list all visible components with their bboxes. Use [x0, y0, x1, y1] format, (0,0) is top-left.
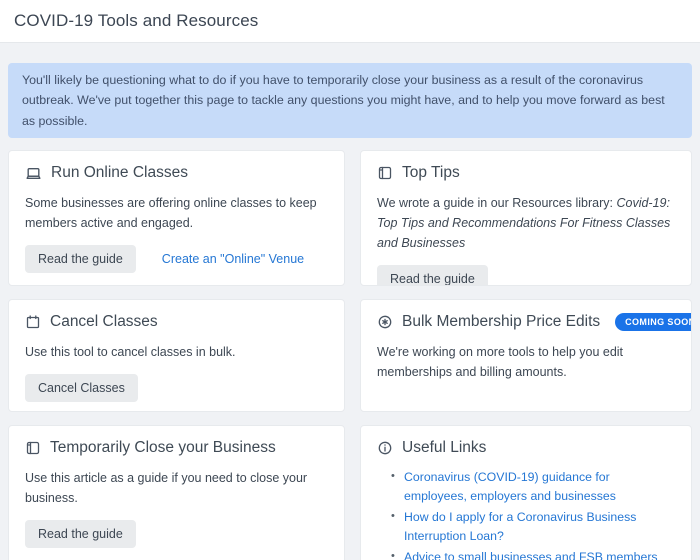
page-title: COVID-19 Tools and Resources	[14, 11, 258, 31]
read-guide-button[interactable]: Read the guide	[377, 265, 488, 286]
card-description: Use this article as a guide if you need …	[25, 468, 328, 508]
useful-links-list: Coronavirus (COVID-19) guidance for empl…	[391, 468, 675, 560]
card-run-online-classes: Run Online Classes Some businesses are o…	[8, 150, 345, 286]
cards-grid: Run Online Classes Some businesses are o…	[0, 150, 700, 560]
card-title: Useful Links	[402, 439, 486, 457]
read-guide-button[interactable]: Read the guide	[25, 520, 136, 548]
card-useful-links: Useful Links Coronavirus (COVID-19) guid…	[360, 425, 692, 560]
list-item: Coronavirus (COVID-19) guidance for empl…	[391, 468, 675, 505]
gear-circle-icon	[377, 314, 393, 330]
calendar-icon	[25, 314, 41, 330]
card-cancel-classes: Cancel Classes Use this tool to cancel c…	[8, 299, 345, 412]
useful-link[interactable]: Coronavirus (COVID-19) guidance for empl…	[404, 470, 616, 502]
laptop-icon	[25, 165, 42, 182]
card-description: Use this tool to cancel classes in bulk.	[25, 342, 328, 362]
card-title: Bulk Membership Price Edits	[402, 313, 600, 331]
useful-link[interactable]: Advice to small businesses and FSB membe…	[404, 550, 658, 560]
card-temporarily-close-business: Temporarily Close your Business Use this…	[8, 425, 345, 560]
card-top-tips: Top Tips We wrote a guide in our Resourc…	[360, 150, 692, 286]
card-title: Top Tips	[402, 164, 460, 182]
read-guide-button[interactable]: Read the guide	[25, 245, 136, 273]
card-title: Temporarily Close your Business	[50, 439, 276, 457]
create-online-venue-link[interactable]: Create an "Online" Venue	[162, 252, 304, 266]
list-item: How do I apply for a Coronavirus Busines…	[391, 508, 675, 545]
page-header: COVID-19 Tools and Resources	[0, 0, 700, 43]
card-description: We're working on more tools to help you …	[377, 342, 675, 382]
cancel-classes-button[interactable]: Cancel Classes	[25, 374, 138, 402]
info-banner: You'll likely be questioning what to do …	[8, 63, 692, 138]
card-title: Run Online Classes	[51, 164, 188, 182]
useful-link[interactable]: How do I apply for a Coronavirus Busines…	[404, 510, 636, 542]
card-description: We wrote a guide in our Resources librar…	[377, 193, 675, 253]
card-description: Some businesses are offering online clas…	[25, 193, 328, 233]
card-title: Cancel Classes	[50, 313, 158, 331]
book-icon	[377, 165, 393, 181]
list-item: Advice to small businesses and FSB membe…	[391, 548, 675, 560]
book-icon	[25, 440, 41, 456]
coming-soon-badge: COMING SOON	[615, 313, 692, 331]
card-bulk-membership-price-edits: Bulk Membership Price Edits COMING SOON …	[360, 299, 692, 412]
info-icon	[377, 440, 393, 456]
